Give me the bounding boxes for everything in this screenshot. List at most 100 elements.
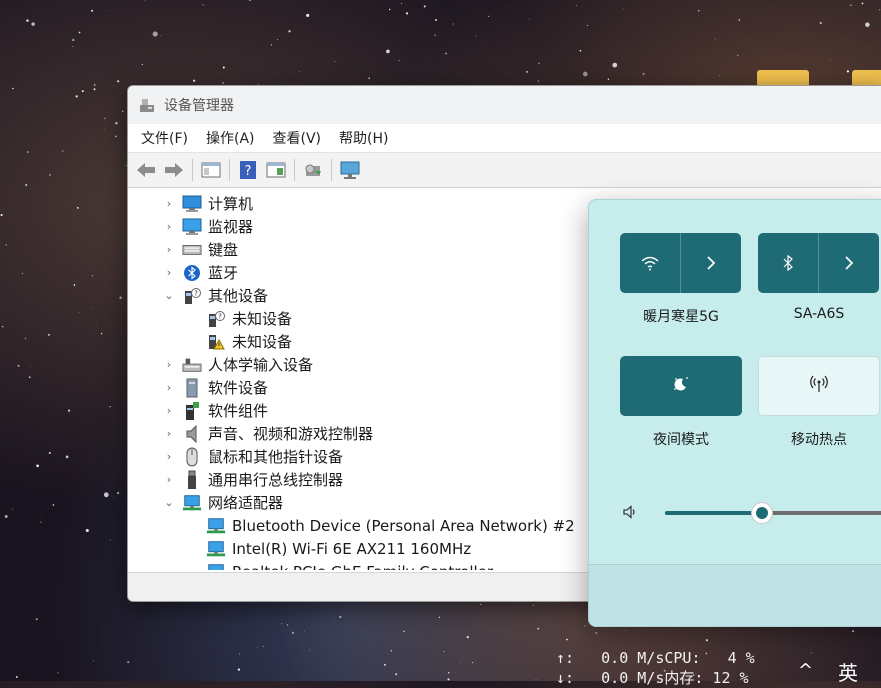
unknown-device-icon: ?	[182, 287, 202, 305]
tree-item-label: 声音、视频和游戏控制器	[208, 425, 374, 443]
chevron-right-icon[interactable]: ›	[162, 220, 176, 233]
network-icon	[206, 540, 226, 558]
volume-slider-thumb[interactable]	[750, 502, 773, 524]
update-driver-icon[interactable]	[302, 159, 324, 181]
input-method-indicator[interactable]: 英	[838, 657, 858, 686]
tree-item-label: 蓝牙	[208, 264, 239, 282]
show-hidden-icons-chevron-up-icon[interactable]: ^	[798, 660, 813, 681]
tree-item-label: 监视器	[208, 218, 254, 236]
tree-category-item[interactable]: › 通用串行总线控制器	[162, 468, 343, 491]
chevron-right-icon[interactable]: ›	[162, 358, 176, 371]
properties-icon[interactable]	[265, 159, 287, 181]
usb-icon	[182, 470, 202, 489]
monitor-icon	[182, 218, 202, 236]
tree-device-item[interactable]: Intel(R) Wi-Fi 6E AX211 160MHz	[206, 537, 471, 560]
quick-settings-panel: 暖月寒星5G SA-A6S 夜间模式 移动热点	[588, 199, 881, 627]
wifi-network-label: 暖月寒星5G	[643, 309, 719, 325]
hotspot-icon	[808, 374, 830, 398]
chevron-right-icon[interactable]: ›	[162, 381, 176, 394]
tree-category-item[interactable]: ⌄? 其他设备	[162, 284, 268, 307]
wifi-chevron-right-icon[interactable]	[681, 233, 741, 293]
mobile-hotspot-toggle[interactable]	[758, 356, 880, 416]
toolbar: ?	[128, 153, 881, 188]
chevron-down-icon[interactable]: ⌄	[162, 496, 176, 509]
chevron-right-icon[interactable]: ›	[162, 404, 176, 417]
svg-text:?: ?	[218, 312, 222, 320]
bluetooth-icon[interactable]	[758, 233, 818, 293]
night-mode-label: 夜间模式	[653, 432, 709, 448]
tree-item-label: 未知设备	[232, 333, 293, 351]
tree-item-label: Bluetooth Device (Personal Area Network)…	[232, 516, 575, 535]
tree-device-item[interactable]: 未知设备	[206, 330, 292, 353]
net-upload-speed: ↑: 0.0 M/s	[556, 649, 665, 667]
scan-hardware-icon[interactable]	[339, 159, 361, 181]
bluetooth-toggle-button[interactable]	[758, 233, 879, 293]
volume-slider-fill	[665, 511, 762, 515]
tree-item-label: 键盘	[208, 241, 239, 259]
memory-usage: 内存: 12 %	[664, 669, 749, 687]
bluetooth-icon	[182, 264, 202, 282]
system-monitor: ↑: 0.0 M/sCPU: 4 % ↓: 0.0 M/s内存: 12 %	[556, 648, 755, 688]
night-light-icon	[671, 374, 691, 398]
tree-category-item[interactable]: › 人体学输入设备	[162, 353, 313, 376]
tree-device-item[interactable]: ? 未知设备	[206, 307, 292, 330]
chevron-down-icon[interactable]: ⌄	[162, 289, 176, 302]
forward-arrow-icon[interactable]	[163, 159, 185, 181]
chevron-right-icon[interactable]: ›	[162, 427, 176, 440]
chevron-right-icon[interactable]: ›	[162, 473, 176, 486]
keyboard-icon	[182, 241, 202, 259]
menu-action[interactable]: 操作(A)	[197, 125, 264, 151]
tree-category-item[interactable]: ⌄ 网络适配器	[162, 491, 283, 514]
net-download-speed: ↓: 0.0 M/s	[556, 669, 665, 687]
tree-category-item[interactable]: › 鼠标和其他指针设备	[162, 445, 343, 468]
back-arrow-icon[interactable]	[135, 159, 157, 181]
network-icon	[206, 563, 226, 570]
tree-item-label: Realtek PCIe GbE Family Controller	[232, 563, 493, 571]
mouse-icon	[182, 447, 202, 466]
tree-category-item[interactable]: › 声音、视频和游戏控制器	[162, 422, 373, 445]
tree-category-item[interactable]: › 计算机	[162, 192, 253, 215]
svg-text:?: ?	[194, 289, 198, 297]
menu-file[interactable]: 文件(F)	[132, 125, 197, 151]
chevron-right-icon[interactable]: ›	[162, 243, 176, 256]
tree-category-item[interactable]: › 软件设备	[162, 376, 268, 399]
wifi-toggle-button[interactable]	[620, 233, 741, 293]
tree-category-item[interactable]: › 监视器	[162, 215, 253, 238]
tree-item-label: 鼠标和其他指针设备	[208, 448, 344, 466]
computer-icon	[182, 195, 202, 213]
chevron-right-icon[interactable]: ›	[162, 197, 176, 210]
night-mode-toggle[interactable]	[620, 356, 742, 416]
mobile-hotspot-label: 移动热点	[791, 432, 847, 448]
tree-item-label: Intel(R) Wi-Fi 6E AX211 160MHz	[232, 539, 472, 558]
device-manager-app-icon	[138, 96, 156, 114]
show-hide-console-tree-icon[interactable]	[200, 159, 222, 181]
volume-slider[interactable]	[665, 502, 881, 524]
tree-category-item[interactable]: › 键盘	[162, 238, 238, 261]
volume-speaker-icon[interactable]	[622, 504, 638, 524]
menu-help[interactable]: 帮助(H)	[330, 125, 397, 151]
tree-category-item[interactable]: › 软件组件	[162, 399, 268, 422]
window-title: 设备管理器	[164, 98, 234, 114]
tree-category-item[interactable]: › 蓝牙	[162, 261, 238, 284]
warning-device-icon	[206, 333, 226, 351]
speaker-icon	[182, 424, 202, 443]
wifi-icon[interactable]	[620, 233, 680, 293]
tree-item-label: 通用串行总线控制器	[208, 471, 344, 489]
chevron-right-icon[interactable]: ›	[162, 266, 176, 279]
toolbar-separator	[294, 159, 295, 181]
svg-text:?: ?	[245, 164, 252, 179]
tree-device-item[interactable]: Bluetooth Device (Personal Area Network)…	[206, 514, 575, 537]
network-icon	[206, 517, 226, 535]
software-device-icon	[182, 378, 202, 397]
tree-item-label: 人体学输入设备	[208, 356, 314, 374]
bluetooth-chevron-right-icon[interactable]	[819, 233, 879, 293]
tree-item-label: 软件设备	[208, 379, 269, 397]
toolbar-separator	[192, 159, 193, 181]
menu-bar: 文件(F) 操作(A) 查看(V) 帮助(H)	[128, 124, 881, 153]
menu-view[interactable]: 查看(V)	[264, 125, 331, 151]
chevron-right-icon[interactable]: ›	[162, 450, 176, 463]
unknown-device-icon: ?	[206, 310, 226, 328]
tree-device-item[interactable]: Realtek PCIe GbE Family Controller	[206, 560, 493, 570]
help-icon[interactable]: ?	[237, 159, 259, 181]
title-bar[interactable]: 设备管理器	[128, 86, 881, 124]
